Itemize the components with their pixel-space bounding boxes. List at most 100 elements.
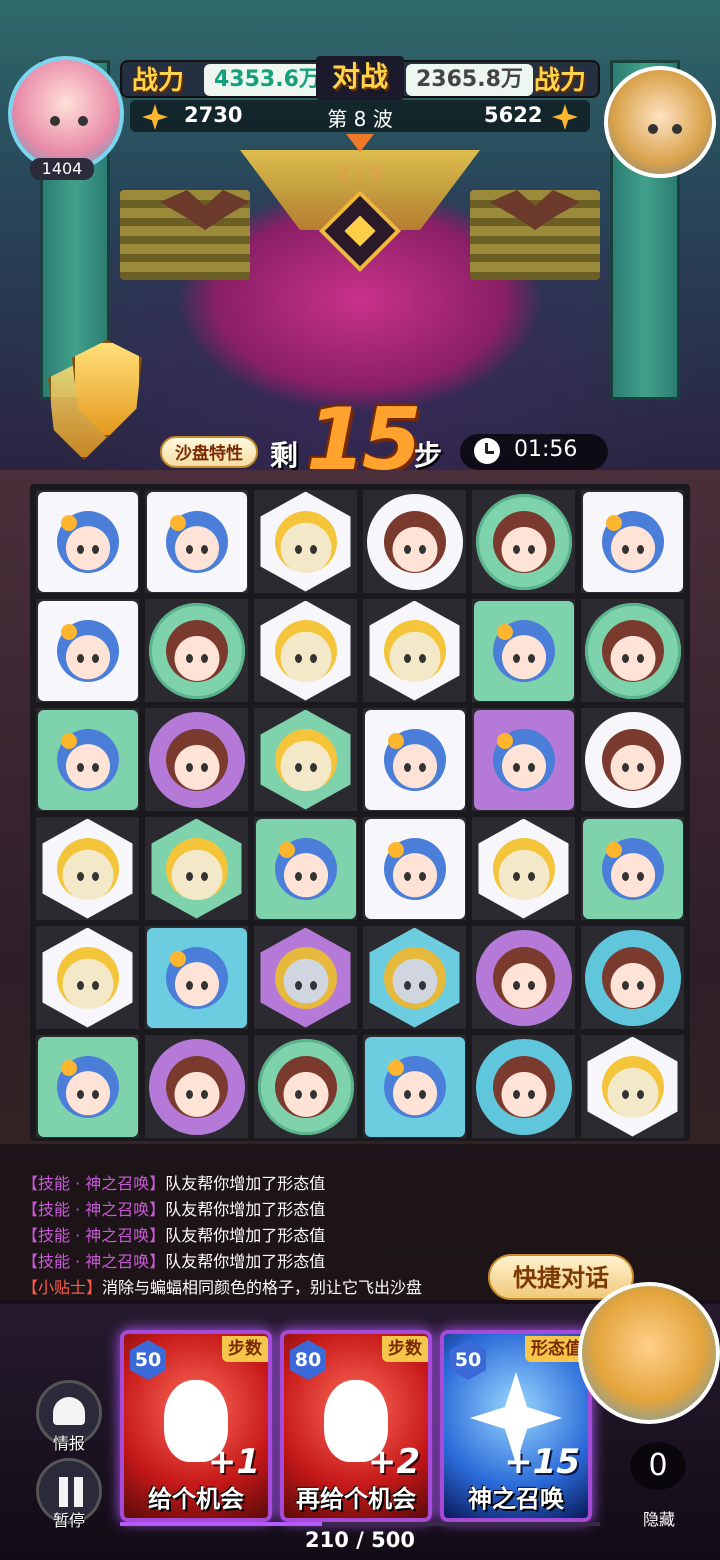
yellow-hero-tile[interactable] [369,600,460,701]
board-cell[interactable] [360,923,469,1032]
yellow-hero-tile[interactable] [587,1036,678,1137]
blue-hero-tile[interactable] [582,491,683,592]
board-cell[interactable] [251,596,360,705]
yellow-hero-face-icon [274,510,337,573]
blue-hero-tile[interactable] [364,1036,465,1137]
brown-hero-tile[interactable] [257,1038,354,1135]
brown-hero-tile[interactable] [584,602,681,699]
board-cell[interactable] [142,814,251,923]
blue-hero-tile[interactable] [37,491,138,592]
board-cell[interactable] [33,923,142,1032]
blue-hero-tile[interactable] [582,818,683,919]
brown-hero-tile[interactable] [584,711,681,808]
brown-hero-face-icon [492,1055,555,1118]
yellow-hero-tile[interactable] [151,818,242,919]
board-cell[interactable] [142,487,251,596]
face-eye [309,653,317,663]
skill-card[interactable]: 50 步数 +1 给个机会 [120,1330,272,1522]
board-cell[interactable] [469,487,578,596]
enemy-avatar[interactable] [604,66,716,178]
board-cell[interactable] [360,1032,469,1141]
board-cell[interactable] [251,923,360,1032]
face-eye [621,980,629,990]
blue-hero-tile[interactable] [37,1036,138,1137]
blue-hero-tile[interactable] [146,491,247,592]
blue-hero-tile[interactable] [37,600,138,701]
blue-hero-tile[interactable] [255,818,356,919]
arena-stairs-right [470,190,600,280]
board-cell[interactable] [469,923,578,1032]
clock-icon [474,438,500,464]
board-cell[interactable] [578,923,687,1032]
player-avatar[interactable] [8,56,124,172]
board-cell[interactable] [360,487,469,596]
blue-hero-tile[interactable] [473,709,574,810]
hide-button[interactable]: 隐藏 [634,1506,684,1530]
board-cell[interactable] [251,487,360,596]
board-cell[interactable] [251,705,360,814]
pause-icon [74,1477,83,1507]
enemy-power-label: 战力 [534,66,587,96]
brown-hero-tile[interactable] [148,711,245,808]
log-tag: 【技能 · 神之召唤】 [22,1200,166,1219]
face-eye [418,544,426,554]
brown-hero-tile[interactable] [475,493,572,590]
avatar-eye [78,116,88,126]
board-cell[interactable] [578,814,687,923]
board-cell[interactable] [33,705,142,814]
board-cell[interactable] [578,596,687,705]
board-cell[interactable] [469,705,578,814]
board-cell[interactable] [578,487,687,596]
skill-name: 给个机会 [148,1485,244,1513]
skill-card[interactable]: 80 步数 +2 再给个机会 [280,1330,432,1522]
board-cell[interactable] [469,1032,578,1141]
brown-hero-tile[interactable] [148,1038,245,1135]
board-cell[interactable] [360,596,469,705]
board-cell[interactable] [360,814,469,923]
gray-hero-tile[interactable] [260,927,351,1028]
brown-hero-tile[interactable] [148,602,245,699]
board-cell[interactable] [142,705,251,814]
board-cell[interactable] [33,814,142,923]
yellow-hero-tile[interactable] [42,818,133,919]
remaining-label: 剩 [270,439,299,472]
board-feature-button[interactable]: 沙盘特性 [160,436,258,468]
avatar-eye [648,124,658,134]
blue-hero-tile[interactable] [364,818,465,919]
yellow-hero-tile[interactable] [260,491,351,592]
board-cell[interactable] [251,814,360,923]
board-cell[interactable] [33,1032,142,1141]
board-cell[interactable] [142,1032,251,1141]
blue-hero-tile[interactable] [473,600,574,701]
yellow-hero-tile[interactable] [478,818,569,919]
face-eye [527,762,535,772]
gray-hero-tile[interactable] [369,927,460,1028]
yellow-hero-tile[interactable] [42,927,133,1028]
face-eye [621,1089,629,1099]
brown-hero-tile[interactable] [475,1038,572,1135]
board-cell[interactable] [469,814,578,923]
blue-hero-tile[interactable] [364,709,465,810]
blue-hero-tile[interactable] [146,927,247,1028]
skill-card[interactable]: 50 形态值 +15 神之召唤 [440,1330,592,1522]
board-cell[interactable] [33,487,142,596]
yellow-hero-tile[interactable] [260,709,351,810]
brown-hero-tile[interactable] [475,929,572,1026]
board-cell[interactable] [360,705,469,814]
board-cell[interactable] [251,1032,360,1141]
board-cell[interactable] [469,596,578,705]
hero-portrait[interactable] [578,1282,720,1424]
board-cell[interactable] [142,923,251,1032]
board-cell[interactable] [578,1032,687,1141]
yellow-hero-tile[interactable] [260,600,351,701]
blue-hero-tile[interactable] [37,709,138,810]
skill-name: 再给个机会 [296,1485,416,1513]
board-cell[interactable] [33,596,142,705]
face-eye [621,871,629,881]
log-message: 队友帮你增加了形态值 [165,1226,326,1245]
brown-hero-face-icon [383,510,446,573]
brown-hero-tile[interactable] [584,929,681,1026]
board-cell[interactable] [142,596,251,705]
brown-hero-tile[interactable] [366,493,463,590]
board-cell[interactable] [578,705,687,814]
